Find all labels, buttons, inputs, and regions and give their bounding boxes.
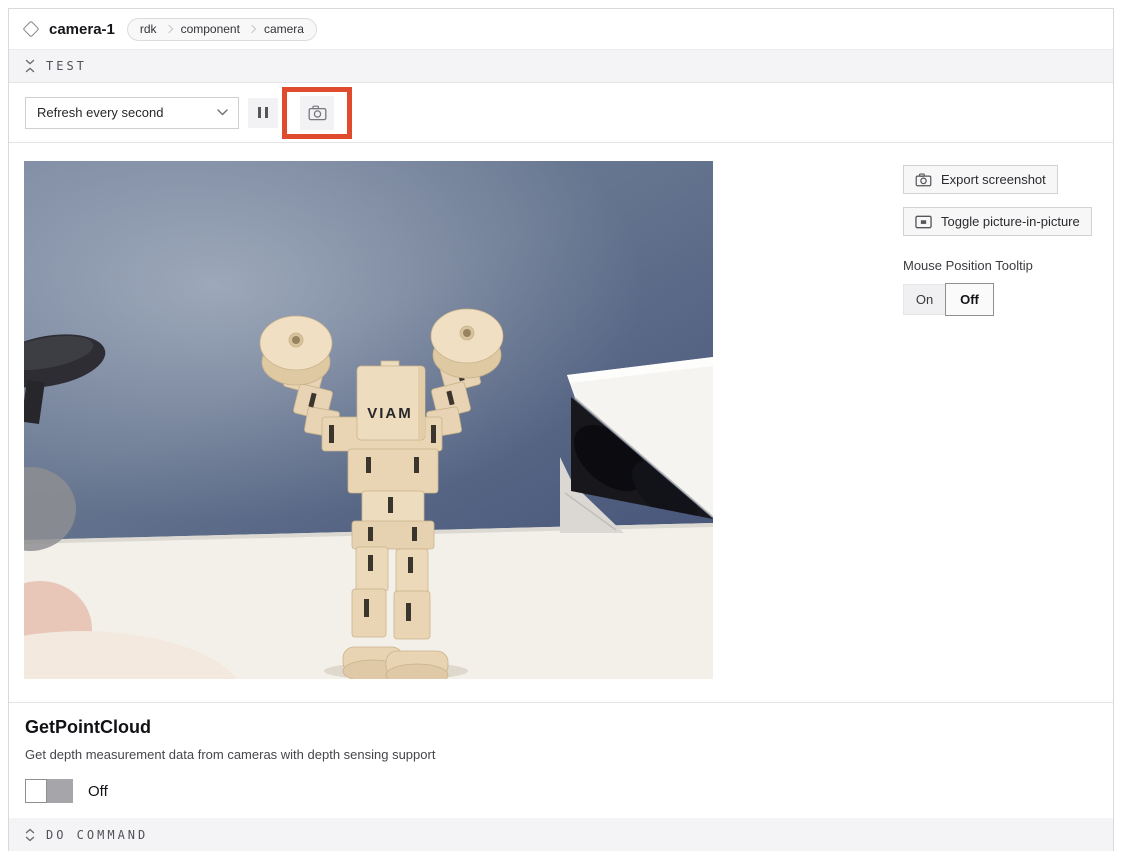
tooltip-on-button[interactable]: On [903, 284, 946, 315]
do-command-section-header[interactable]: DO COMMAND [9, 818, 1113, 851]
getpointcloud-toggle-switch[interactable] [25, 779, 73, 803]
component-header: camera-1 rdk component camera [9, 9, 1113, 50]
test-section-header[interactable]: TEST [9, 50, 1113, 83]
picture-in-picture-icon [915, 215, 932, 229]
chevron-right-icon [248, 25, 256, 33]
camera-feed-image: VIAM [24, 161, 713, 679]
test-section-label: TEST [46, 59, 87, 73]
refresh-rate-value: Refresh every second [37, 105, 163, 120]
toggle-knob [25, 779, 47, 803]
camera-icon [308, 105, 327, 121]
mouse-position-tooltip-label: Mouse Position Tooltip [903, 258, 1109, 273]
chevron-right-icon [164, 25, 172, 33]
refresh-rate-select[interactable]: Refresh every second [25, 97, 239, 129]
camera-toolbar: Refresh every second [9, 83, 1113, 143]
test-panel-body: VIAM [9, 143, 1113, 703]
tooltip-off-button[interactable]: Off [945, 283, 994, 316]
getpointcloud-toggle-state-label: Off [88, 783, 108, 800]
getpointcloud-description: Get depth measurement data from cameras … [25, 747, 1097, 762]
toggle-pip-button[interactable]: Toggle picture-in-picture [903, 207, 1092, 236]
camera-component-panel: camera-1 rdk component camera TEST Refre… [8, 8, 1114, 851]
chevron-down-icon [217, 109, 228, 116]
component-title: camera-1 [49, 21, 115, 38]
do-command-section-label: DO COMMAND [46, 828, 148, 842]
toggle-pip-label: Toggle picture-in-picture [941, 214, 1080, 229]
pause-refresh-button[interactable] [248, 98, 278, 128]
robot-viam-logo-text: VIAM [367, 405, 413, 422]
export-screenshot-label: Export screenshot [941, 172, 1046, 187]
pause-icon [265, 107, 268, 118]
camera-icon [915, 173, 932, 187]
export-screenshot-toolbar-button[interactable] [300, 96, 334, 130]
breadcrumb-item-component: component [181, 22, 240, 36]
breadcrumb-item-rdk: rdk [140, 22, 157, 36]
annotation-highlight-box [282, 87, 352, 139]
pause-icon [258, 107, 261, 118]
mouse-tooltip-segmented-control: On Off [903, 283, 1109, 316]
breadcrumb: rdk component camera [127, 18, 317, 41]
component-diamond-icon [23, 21, 40, 38]
getpointcloud-title: GetPointCloud [25, 717, 1097, 738]
breadcrumb-item-camera: camera [264, 22, 304, 36]
getpointcloud-toggle-row: Off [25, 779, 1097, 803]
getpointcloud-section: GetPointCloud Get depth measurement data… [9, 703, 1113, 818]
camera-feed-controls: Export screenshot Toggle picture-in-pict… [903, 143, 1109, 316]
collapse-icon [25, 59, 35, 73]
expand-icon [25, 828, 35, 842]
export-screenshot-button[interactable]: Export screenshot [903, 165, 1058, 194]
